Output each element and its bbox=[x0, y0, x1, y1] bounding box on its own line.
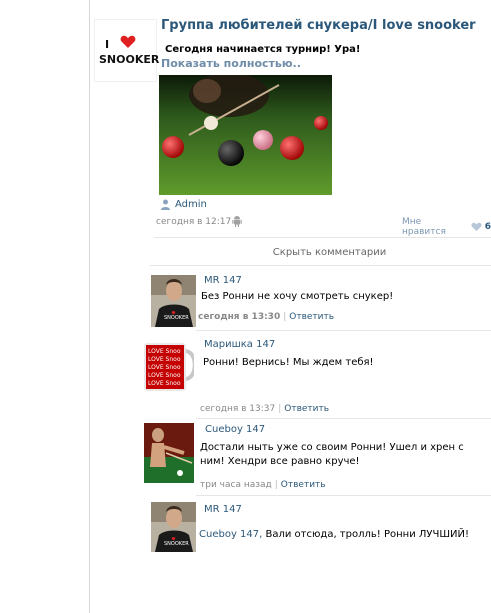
android-icon bbox=[232, 216, 242, 227]
comment-text: Без Ронни не хочу смотреть снукер! bbox=[201, 291, 394, 302]
svg-text:SNOOKER: SNOOKER bbox=[164, 315, 189, 321]
comment-divider bbox=[196, 330, 491, 331]
like-count: 6 bbox=[484, 222, 491, 232]
post-author[interactable]: Admin bbox=[160, 199, 207, 210]
comment-meta: сегодня в 13:37 | Ответить bbox=[200, 404, 329, 414]
reply-link[interactable]: Ответить bbox=[284, 404, 329, 414]
comment-mention[interactable]: Cueboy 147, bbox=[199, 529, 262, 540]
group-name-link[interactable]: Группа любителей снукера/I love snooker bbox=[161, 18, 476, 33]
svg-text:LOVE Snoo: LOVE Snoo bbox=[148, 380, 181, 387]
commenter-photo-mug: LOVE Snoo LOVE Snoo LOVE Snoo LOVE Snoo … bbox=[132, 339, 194, 397]
meta-divider: | bbox=[278, 404, 282, 414]
comment-avatar[interactable]: LOVE Snoo LOVE Snoo LOVE Snoo LOVE Snoo … bbox=[132, 339, 194, 397]
comment-author[interactable]: Маришка 147 bbox=[204, 339, 275, 350]
avatar-snooker-text: SNOOKER bbox=[99, 53, 160, 66]
comment-text: Ронни! Вернись! Мы ждем тебя! bbox=[203, 357, 374, 368]
comment-body: Вали отсюда, тролль! Ронни ЛУЧШИЙ! bbox=[262, 529, 469, 540]
hide-comments-link[interactable]: Скрыть комментарии bbox=[154, 247, 491, 258]
left-column-border bbox=[89, 0, 90, 613]
reply-link[interactable]: Ответить bbox=[289, 312, 334, 322]
svg-text:LOVE Snoo: LOVE Snoo bbox=[148, 364, 181, 371]
comment-text: Cueboy 147, Вали отсюда, тролль! Ронни Л… bbox=[199, 528, 491, 542]
meta-divider: | bbox=[283, 312, 287, 322]
comment-divider bbox=[196, 418, 491, 419]
svg-text:LOVE Snoo: LOVE Snoo bbox=[148, 356, 181, 363]
like-heart-icon bbox=[471, 222, 482, 232]
post-photo[interactable] bbox=[159, 75, 332, 195]
svg-text:SNOOKER: SNOOKER bbox=[164, 541, 189, 547]
group-avatar[interactable]: I SNOOKER bbox=[94, 19, 160, 82]
comment-time[interactable]: три часа назад bbox=[200, 480, 272, 490]
comment-avatar[interactable] bbox=[144, 423, 194, 483]
svg-text:LOVE Snoo: LOVE Snoo bbox=[148, 372, 181, 379]
comments-separator bbox=[154, 237, 491, 238]
comment-time[interactable]: сегодня в 13:37 bbox=[200, 404, 275, 414]
comment-author[interactable]: MR 147 bbox=[204, 275, 242, 286]
like-label: Мне нравится bbox=[402, 217, 446, 237]
comment-avatar[interactable]: SNOOKER bbox=[151, 275, 196, 327]
commenter-photo: SNOOKER bbox=[151, 502, 196, 552]
commenter-photo bbox=[144, 423, 194, 483]
svg-text:LOVE Snoo: LOVE Snoo bbox=[148, 348, 181, 355]
snooker-table-image bbox=[159, 75, 332, 195]
author-name: Admin bbox=[175, 199, 207, 210]
comment-author[interactable]: MR 147 bbox=[204, 504, 242, 515]
post-text: Сегодня начинается турнир! Ура! bbox=[165, 44, 361, 55]
meta-divider: | bbox=[274, 480, 278, 490]
show-more-link[interactable]: Показать полностью.. bbox=[161, 57, 301, 70]
comment-meta: три часа назад | Ответить bbox=[200, 480, 326, 490]
comment-divider bbox=[196, 495, 491, 496]
post-time[interactable]: сегодня в 12:17 bbox=[156, 217, 231, 227]
commenter-photo: SNOOKER bbox=[151, 275, 196, 327]
comment-avatar[interactable]: SNOOKER bbox=[151, 502, 196, 552]
reply-link[interactable]: Ответить bbox=[281, 480, 326, 490]
comment-meta: сегодня в 13:30 | Ответить bbox=[198, 312, 334, 322]
user-icon bbox=[161, 199, 170, 210]
comment-author[interactable]: Cueboy 147 bbox=[205, 424, 265, 435]
comment-divider bbox=[150, 265, 491, 266]
avatar-i-text: I bbox=[105, 38, 110, 51]
comment-text: Достали ныть уже со своим Ронни! Ушел и … bbox=[200, 442, 464, 467]
heart-icon bbox=[120, 35, 136, 48]
like-button[interactable]: Мне нравится 6 bbox=[402, 217, 491, 237]
comment-time[interactable]: сегодня в 13:30 bbox=[198, 312, 280, 322]
